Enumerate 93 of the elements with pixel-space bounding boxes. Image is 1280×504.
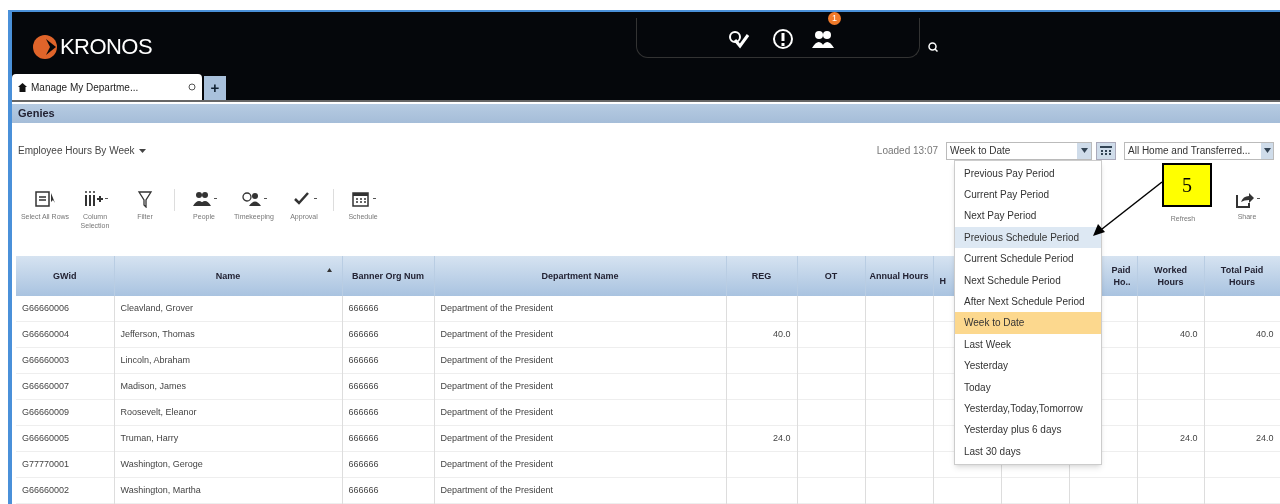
column-header[interactable]: Annual Hours (865, 269, 933, 282)
menu-item[interactable]: Last Week (955, 333, 1101, 355)
table-cell: Department of the President (440, 328, 554, 339)
add-tab-button[interactable]: + (204, 76, 226, 100)
table-cell: Department of the President (440, 458, 554, 469)
alert-icon[interactable] (772, 28, 794, 50)
table-cell: Washington, Geroge (120, 458, 203, 469)
table-cell: Madison, James (120, 380, 187, 391)
table-cell: 24.0 (772, 432, 791, 443)
table-cell: G77770001 (22, 458, 70, 469)
table-cell: 24.0 (1255, 432, 1274, 443)
home-icon (18, 82, 27, 92)
table-cell: 40.0 (1255, 328, 1274, 339)
genie-title-dropdown[interactable]: Employee Hours By Week (18, 143, 146, 158)
table-cell: 666666 (348, 328, 379, 339)
dropdown-caret-icon[interactable] (1077, 142, 1091, 159)
column-header[interactable]: Total Paid Hours (1204, 263, 1280, 288)
menu-item[interactable]: Week to Date (955, 312, 1101, 334)
menu-item[interactable]: After Next Schedule Period (955, 290, 1101, 313)
clock-person-icon (241, 189, 262, 208)
table-cell: G66660003 (22, 354, 70, 365)
column-header[interactable]: Paid Ho.. (1102, 263, 1137, 288)
logo-text: KRONOS (60, 33, 153, 61)
table-cell: 666666 (348, 380, 379, 391)
columns-add-icon (82, 189, 103, 208)
table-cell: G66660007 (22, 380, 70, 391)
table-cell: 666666 (348, 406, 379, 417)
column-header[interactable]: Name (114, 269, 342, 282)
table-cell: Department of the President (440, 302, 554, 313)
table-cell: Department of the President (440, 406, 554, 417)
sort-icon[interactable] (326, 267, 332, 272)
table-cell: Washington, Martha (120, 484, 201, 495)
table-cell: 666666 (348, 458, 379, 469)
table-cell: 40.0 (1179, 328, 1198, 339)
timeframe-value: Week to Date (950, 144, 1011, 158)
column-header[interactable]: Department Name (434, 269, 726, 282)
table-cell: G66660009 (22, 406, 70, 417)
search-icon[interactable] (928, 42, 938, 52)
menu-item[interactable]: Current Pay Period (955, 183, 1101, 206)
hyperfind-value: All Home and Transferred... (1128, 144, 1251, 158)
dropdown-caret-icon[interactable] (1261, 142, 1273, 159)
caret-icon (138, 148, 146, 153)
table-cell: 40.0 (772, 328, 791, 339)
calendar-icon (1100, 145, 1112, 156)
menu-item[interactable]: Next Pay Period (955, 205, 1101, 227)
table-cell: 666666 (348, 302, 379, 313)
menu-item[interactable]: Next Schedule Period (955, 269, 1101, 291)
select-rows-icon (35, 189, 55, 208)
menu-item[interactable]: Last 30 days (955, 440, 1101, 462)
menu-item[interactable]: Yesterday plus 6 days (955, 419, 1101, 441)
loaded-time: Loaded 13:07 (876, 144, 938, 158)
logo-icon (32, 33, 58, 60)
column-header[interactable]: REG (726, 269, 797, 282)
notification-badge: 1 (828, 12, 841, 25)
table-cell: G66660002 (22, 484, 70, 495)
menu-item[interactable]: Yesterday,Today,Tomorrow (955, 397, 1101, 420)
column-header[interactable]: GWid (16, 269, 114, 282)
page-tab[interactable]: Manage My Departme... (12, 74, 202, 100)
table-cell: Department of the President (440, 432, 554, 443)
people-icon (191, 189, 212, 208)
table-cell: Department of the President (440, 354, 554, 365)
table-cell: 666666 (348, 484, 379, 495)
filter-icon (135, 189, 155, 208)
column-header[interactable]: Banner Org Num (342, 269, 434, 282)
menu-item[interactable]: Yesterday (955, 355, 1101, 377)
table-cell: 666666 (348, 432, 379, 443)
hyperfind-select[interactable]: All Home and Transferred... (1124, 141, 1274, 160)
column-header[interactable]: OT (797, 269, 865, 282)
table-cell: Department of the President (440, 380, 554, 391)
menu-item[interactable]: Current Schedule Period (955, 248, 1101, 270)
table-cell: Jefferson, Thomas (120, 328, 195, 339)
section-title: Genies (18, 106, 55, 121)
table-cell: Roosevelt, Eleanor (120, 406, 197, 417)
timeframe-select[interactable]: Week to Date (946, 141, 1092, 160)
table-cell: 24.0 (1179, 432, 1198, 443)
menu-item[interactable]: Previous Pay Period (955, 162, 1101, 184)
calendar-button[interactable] (1096, 141, 1116, 160)
table-cell: G66660006 (22, 302, 70, 313)
clock-check-icon[interactable] (728, 30, 750, 50)
table-cell: Department of the President (440, 484, 554, 495)
refresh-tab-icon[interactable] (188, 83, 196, 91)
column-header[interactable]: Worked Hours (1137, 263, 1204, 288)
callout-label: 5 (1162, 162, 1212, 207)
table-cell: G66660005 (22, 432, 70, 443)
pointer-arrow (1092, 180, 1164, 237)
table-cell: 666666 (348, 354, 379, 365)
table-cell: Lincoln, Abraham (120, 354, 191, 365)
table-cell: Cleavland, Grover (120, 302, 194, 313)
table-cell: Truman, Harry (120, 432, 179, 443)
calendar-icon (350, 189, 371, 208)
people-icon[interactable] (812, 30, 834, 48)
menu-item[interactable]: Today (955, 376, 1101, 398)
table-cell: G66660004 (22, 328, 70, 339)
